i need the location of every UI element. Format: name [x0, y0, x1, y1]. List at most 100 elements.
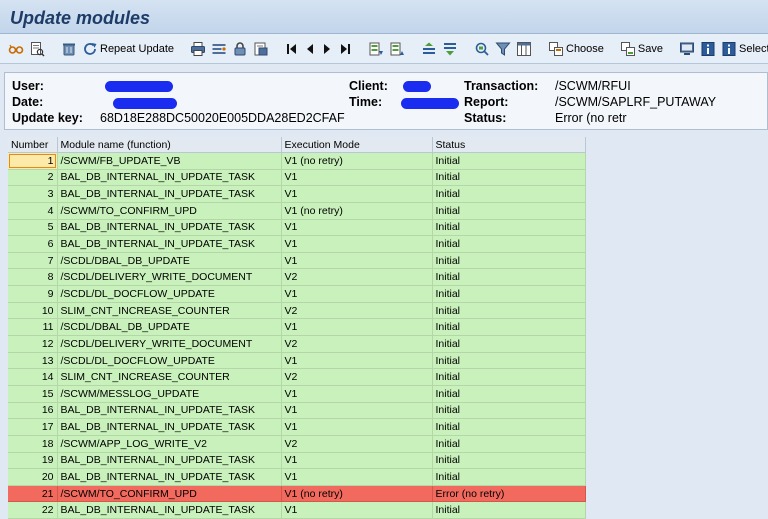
cell-execution-mode[interactable]: V1 — [281, 452, 433, 470]
column-header-status[interactable]: Status — [432, 137, 586, 153]
cell-module-name[interactable]: BAL_DB_INTERNAL_IN_UPDATE_TASK — [57, 235, 282, 253]
display-icon[interactable] — [677, 38, 697, 60]
cell-module-name[interactable]: /SCWM/APP_LOG_WRITE_V2 — [57, 435, 282, 453]
cell-execution-mode[interactable]: V2 — [281, 302, 433, 320]
cell-status[interactable]: Error (no retry) — [432, 485, 586, 503]
cell-status[interactable]: Initial — [432, 368, 586, 386]
cell-status[interactable]: Initial — [432, 501, 586, 519]
cell-status[interactable]: Initial — [432, 385, 586, 403]
cell-module-name[interactable]: BAL_DB_INTERNAL_IN_UPDATE_TASK — [57, 501, 282, 519]
cell-execution-mode[interactable]: V1 — [281, 418, 433, 436]
cell-status[interactable]: Initial — [432, 302, 586, 320]
cell-module-name[interactable]: /SCWM/MESSLOG_UPDATE — [57, 385, 282, 403]
export-icon[interactable] — [251, 38, 271, 60]
last-page-icon[interactable] — [336, 38, 354, 60]
cell-number[interactable]: 2 — [8, 169, 58, 187]
cell-execution-mode[interactable]: V1 — [281, 318, 433, 337]
table-row[interactable]: 3 BAL_DB_INTERNAL_IN_UPDATE_TASK V1 Initial — [8, 185, 586, 203]
cell-status[interactable]: Initial — [432, 219, 586, 237]
cell-status[interactable]: Initial — [432, 402, 586, 420]
cell-number[interactable]: 12 — [8, 335, 58, 353]
cell-number[interactable]: 3 — [8, 185, 58, 203]
cell-module-name[interactable]: BAL_DB_INTERNAL_IN_UPDATE_TASK — [57, 169, 282, 187]
sort-desc-icon[interactable] — [387, 38, 407, 60]
find-icon[interactable] — [209, 38, 229, 60]
cell-number[interactable]: 20 — [8, 468, 58, 486]
cell-number[interactable]: 15 — [8, 385, 58, 403]
table-row[interactable]: 11/SCDL/DBAL_DB_UPDATE V1 Initial — [8, 318, 586, 337]
cell-execution-mode[interactable]: V1 — [281, 468, 433, 486]
cell-execution-mode[interactable]: V1 — [281, 235, 433, 253]
cell-number[interactable]: 10 — [8, 302, 58, 320]
table-row[interactable]: 19 BAL_DB_INTERNAL_IN_UPDATE_TASK V1 Initia… — [8, 452, 586, 470]
cell-status[interactable]: Initial — [432, 252, 586, 270]
table-row[interactable]: 6 BAL_DB_INTERNAL_IN_UPDATE_TASK V1 Initial — [8, 235, 586, 253]
cell-number[interactable]: 7 — [8, 252, 58, 270]
cell-number[interactable]: 16 — [8, 402, 58, 420]
cell-module-name[interactable]: /SCDL/DELIVERY_WRITE_DOCUMENT — [57, 335, 282, 353]
cell-module-name[interactable]: /SCDL/DELIVERY_WRITE_DOCUMENT — [57, 268, 282, 287]
table-row[interactable]: 22 BAL_DB_INTERNAL_IN_UPDATE_TASK V1 Initia… — [8, 501, 586, 519]
cell-number[interactable]: 17 — [8, 418, 58, 436]
repeat-update-button[interactable]: Repeat Update — [80, 38, 176, 60]
cell-status[interactable]: Initial — [432, 352, 586, 370]
sum-icon[interactable] — [472, 38, 492, 60]
cell-module-name[interactable]: /SCWM/FB_UPDATE_VB — [57, 152, 282, 170]
table-row[interactable]: 17 BAL_DB_INTERNAL_IN_UPDATE_TASK V1 Initia… — [8, 418, 586, 436]
cell-number[interactable]: 1 — [8, 152, 58, 170]
copy-icon[interactable] — [514, 38, 534, 60]
cell-number[interactable]: 11 — [8, 318, 58, 337]
table-row[interactable]: 9/SCDL/DL_DOCFLOW_UPDATE V1 Initial — [8, 285, 586, 303]
cell-module-name[interactable]: /SCDL/DL_DOCFLOW_UPDATE — [57, 285, 282, 303]
table-row[interactable]: 2 BAL_DB_INTERNAL_IN_UPDATE_TASK V1 Initial — [8, 169, 586, 187]
cell-number[interactable]: 8 — [8, 268, 58, 287]
table-row[interactable]: 7/SCDL/DBAL_DB_UPDATE V1 Initial — [8, 252, 586, 270]
table-row[interactable]: 5 BAL_DB_INTERNAL_IN_UPDATE_TASK V1 Initial — [8, 219, 586, 237]
cell-execution-mode[interactable]: V1 — [281, 352, 433, 370]
cell-number[interactable]: 21 — [8, 485, 58, 503]
trash-icon[interactable] — [59, 38, 79, 60]
cell-module-name[interactable]: SLIM_CNT_INCREASE_COUNTER — [57, 302, 282, 320]
cell-execution-mode[interactable]: V2 — [281, 335, 433, 353]
lock-icon[interactable] — [230, 38, 250, 60]
cell-number[interactable]: 6 — [8, 235, 58, 253]
cell-status[interactable]: Initial — [432, 152, 586, 170]
cell-execution-mode[interactable]: V1 — [281, 385, 433, 403]
cell-module-name[interactable]: BAL_DB_INTERNAL_IN_UPDATE_TASK — [57, 418, 282, 436]
cell-number[interactable]: 9 — [8, 285, 58, 303]
cell-execution-mode[interactable]: V1 — [281, 285, 433, 303]
cell-module-name[interactable]: BAL_DB_INTERNAL_IN_UPDATE_TASK — [57, 185, 282, 203]
cell-execution-mode[interactable]: V1 — [281, 219, 433, 237]
column-header-number[interactable]: Number — [8, 137, 58, 153]
cell-status[interactable]: Initial — [432, 452, 586, 470]
cell-execution-mode[interactable]: V2 — [281, 435, 433, 453]
column-header-module-name[interactable]: Module name (function) — [57, 137, 282, 153]
cell-status[interactable]: Initial — [432, 235, 586, 253]
table-row[interactable]: 20 BAL_DB_INTERNAL_IN_UPDATE_TASK V1 Initia… — [8, 468, 586, 486]
cell-status[interactable]: Initial — [432, 185, 586, 203]
cell-status[interactable]: Initial — [432, 268, 586, 287]
table-row[interactable]: 12/SCDL/DELIVERY_WRITE_DOCUMENT V2 Initial — [8, 335, 586, 353]
cell-execution-mode[interactable]: V1 — [281, 169, 433, 187]
cell-number[interactable]: 5 — [8, 219, 58, 237]
cell-module-name[interactable]: /SCDL/DL_DOCFLOW_UPDATE — [57, 352, 282, 370]
cell-execution-mode[interactable]: V1 — [281, 252, 433, 270]
table-row-error[interactable]: 21/SCWM/TO_CONFIRM_UPD V1 (no retry) Error… — [8, 485, 586, 503]
columns-icon[interactable] — [493, 38, 513, 60]
sort-asc-icon[interactable] — [366, 38, 386, 60]
cell-status[interactable]: Initial — [432, 435, 586, 453]
glasses-icon[interactable] — [6, 38, 26, 60]
table-row[interactable]: 16 BAL_DB_INTERNAL_IN_UPDATE_TASK V1 Initia… — [8, 402, 586, 420]
column-header-execution-mode[interactable]: Execution Mode — [281, 137, 433, 153]
info-icon[interactable] — [698, 38, 718, 60]
cell-module-name[interactable]: /SCDL/DBAL_DB_UPDATE — [57, 252, 282, 270]
cell-module-name[interactable]: BAL_DB_INTERNAL_IN_UPDATE_TASK — [57, 468, 282, 486]
table-row[interactable]: 13/SCDL/DL_DOCFLOW_UPDATE V1 Initial — [8, 352, 586, 370]
filter-icon[interactable] — [440, 38, 460, 60]
first-page-icon[interactable] — [283, 38, 301, 60]
choose-button[interactable]: Choose — [546, 38, 606, 60]
cell-status[interactable]: Initial — [432, 418, 586, 436]
cell-number[interactable]: 13 — [8, 352, 58, 370]
next-page-icon[interactable] — [319, 38, 335, 60]
cell-number[interactable]: 19 — [8, 452, 58, 470]
